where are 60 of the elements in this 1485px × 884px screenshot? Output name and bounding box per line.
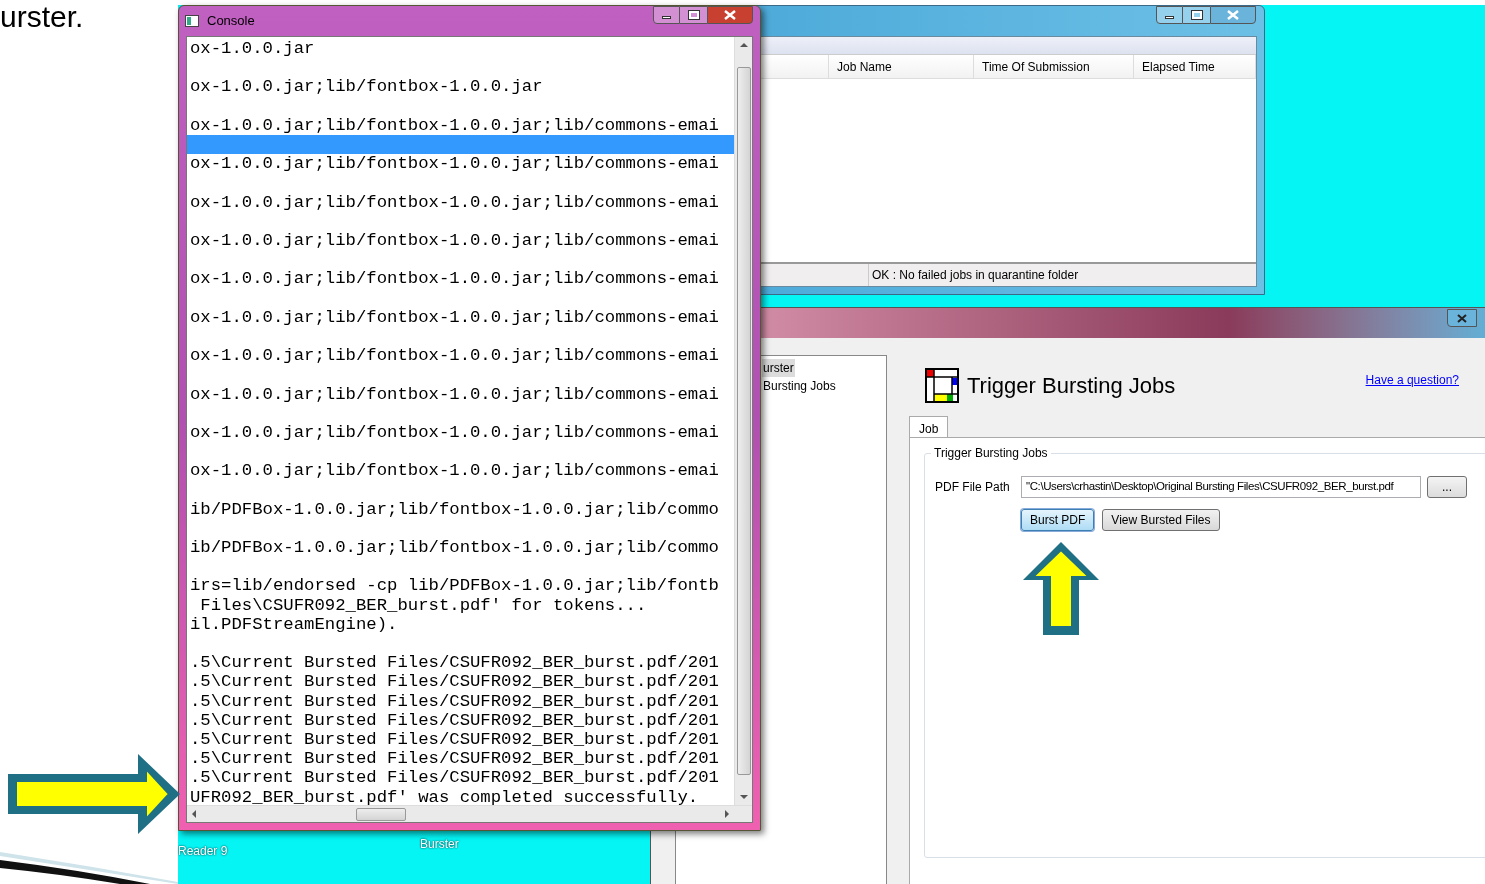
column-header[interactable]: Job Name bbox=[829, 55, 974, 78]
horizontal-scrollbar[interactable] bbox=[187, 805, 752, 822]
close-button[interactable] bbox=[1447, 309, 1477, 327]
console-line: ib/PDFBox-1.0.0.jar;lib/fontbox-1.0.0.jar;lib/commo bbox=[189, 538, 720, 558]
minimize-button[interactable] bbox=[1156, 6, 1183, 24]
column-header[interactable]: Time Of Submission bbox=[974, 55, 1134, 78]
tree-item[interactable]: urster bbox=[762, 359, 795, 377]
status-bar-text: OK : No failed jobs in quarantine folder bbox=[871, 267, 1080, 284]
console-line: ox-1.0.0.jar;lib/fontbox-1.0.0.jar;lib/commons-emai bbox=[189, 422, 720, 443]
console-line: .5\Current Bursted Files/CSUFR092_BER_burst.pdf/201 bbox=[189, 768, 720, 788]
group-title: Trigger Bursting Jobs bbox=[931, 446, 1051, 460]
close-button[interactable] bbox=[707, 6, 753, 24]
window-title: Console bbox=[207, 12, 256, 31]
pdf-path-field[interactable]: "C:\Users\crhastin\Desktop\Original Bursting Files\CSUFR092_BER_burst.pdf bbox=[1021, 476, 1421, 498]
console-line: ox-1.0.0.jar bbox=[189, 39, 316, 59]
maximize-button[interactable] bbox=[680, 6, 707, 24]
close-icon bbox=[1457, 313, 1467, 323]
console-line: ib/PDFBox-1.0.0.jar;lib/fontbox-1.0.0.jar;lib/commo bbox=[189, 499, 720, 519]
action-button[interactable]: Burst PDF bbox=[1021, 509, 1095, 531]
console-line: ox-1.0.0.jar;lib/fontbox-1.0.0.jar;lib/commons-emai bbox=[189, 384, 720, 404]
window-icon bbox=[185, 15, 199, 27]
console-line: UFR092_BER_burst.pdf' was completed successfully. bbox=[189, 787, 700, 805]
console-line: .5\Current Bursted Files/CSUFR092_BER_burst.pdf/201 bbox=[189, 653, 720, 673]
page-title: Trigger Bursting Jobs bbox=[967, 371, 1177, 400]
column-header[interactable]: Elapsed Time bbox=[1134, 55, 1256, 78]
console-line: .5\Current Bursted Files/CSUFR092_BER_burst.pdf/201 bbox=[189, 691, 720, 711]
console-line: Files\CSUFR092_BER_burst.pdf' for tokens... bbox=[199, 595, 648, 615]
action-button[interactable]: View Bursted Files bbox=[1102, 509, 1220, 531]
app-logo-icon bbox=[925, 367, 959, 403]
scroll-right-icon[interactable] bbox=[724, 810, 730, 818]
console-line: irs=lib/endorsed -cp lib/PDFBox-1.0.0.jar;lib/fontb bbox=[189, 576, 720, 596]
scroll-left-icon[interactable] bbox=[191, 810, 197, 818]
close-icon bbox=[724, 10, 736, 20]
scroll-thumb[interactable] bbox=[736, 67, 751, 775]
console-line: .5\Current Bursted Files/CSUFR092_BER_burst.pdf/201 bbox=[189, 749, 720, 769]
tree-item[interactable]: Bursting Jobs bbox=[762, 377, 837, 395]
minimize-button[interactable] bbox=[653, 6, 680, 24]
console-line: il.PDFStreamEngine). bbox=[189, 614, 399, 635]
slide-title: urster. bbox=[0, 0, 84, 34]
console-line: .5\Current Bursted Files/CSUFR092_BER_burst.pdf/201 bbox=[189, 710, 720, 731]
console-line: ox-1.0.0.jar;lib/fontbox-1.0.0.jar;lib/commons-emai bbox=[189, 307, 720, 327]
maximize-button[interactable] bbox=[1183, 6, 1210, 24]
field-label: PDF File Path bbox=[935, 479, 1011, 496]
tab[interactable]: Job bbox=[909, 416, 949, 438]
console-line: ox-1.0.0.jar;lib/fontbox-1.0.0.jar;lib/commons-emai bbox=[189, 269, 720, 289]
close-icon bbox=[1227, 10, 1239, 20]
browse-button[interactable]: ... bbox=[1427, 476, 1467, 498]
console-line: ox-1.0.0.jar;lib/fontbox-1.0.0.jar;lib/commons-emai bbox=[189, 154, 720, 174]
console-line: ox-1.0.0.jar;lib/fontbox-1.0.0.jar bbox=[189, 77, 544, 97]
console-line: ox-1.0.0.jar;lib/fontbox-1.0.0.jar;lib/commons-emai bbox=[189, 230, 720, 251]
vertical-scrollbar[interactable] bbox=[734, 37, 752, 805]
console-line: ox-1.0.0.jar;lib/fontbox-1.0.0.jar;lib/commons-emai bbox=[189, 115, 720, 135]
close-button[interactable] bbox=[1210, 6, 1256, 24]
console-line: .5\Current Bursted Files/CSUFR092_BER_burst.pdf/201 bbox=[189, 730, 720, 750]
console-line: ox-1.0.0.jar;lib/fontbox-1.0.0.jar;lib/commons-emai bbox=[189, 346, 720, 366]
console-line: .5\Current Bursted Files/CSUFR092_BER_burst.pdf/201 bbox=[189, 672, 720, 692]
help-link[interactable]: Have a question? bbox=[1365, 371, 1459, 389]
console-line: ox-1.0.0.jar;lib/fontbox-1.0.0.jar;lib/commons-emai bbox=[189, 461, 720, 481]
scroll-thumb[interactable] bbox=[355, 807, 406, 821]
console-line: ox-1.0.0.jar;lib/fontbox-1.0.0.jar;lib/commons-emai bbox=[189, 192, 720, 212]
